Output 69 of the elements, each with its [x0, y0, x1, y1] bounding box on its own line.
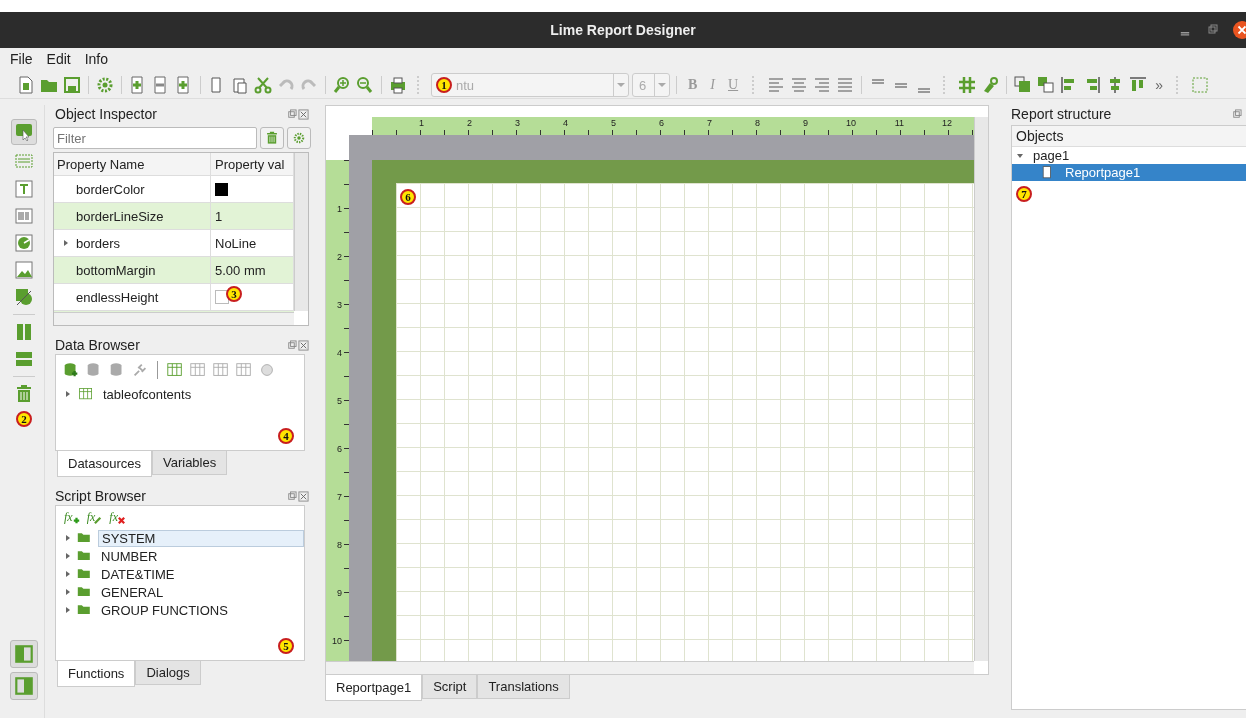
ruler-number: 7	[337, 492, 342, 502]
panel-title: Report structure	[1011, 106, 1112, 122]
tab[interactable]: Dialogs	[135, 661, 201, 685]
tab[interactable]: Variables	[152, 451, 228, 475]
ruler-number: 9	[337, 588, 342, 598]
panel-title: Data Browser	[55, 337, 140, 353]
filter-field[interactable]: Filter	[53, 127, 257, 149]
ruler-number: 3	[337, 300, 342, 310]
ruler-number: 6	[659, 118, 664, 128]
window-title: Lime Report Designer	[550, 22, 696, 38]
panel-title: Object Inspector	[55, 106, 157, 122]
tab[interactable]: Script	[422, 675, 478, 699]
callout-number: 1	[436, 77, 452, 93]
property-name: endlessHeight	[76, 289, 159, 305]
edit-function-button[interactable]: fx	[86, 510, 100, 525]
callout-number: 3	[226, 286, 242, 302]
tree-item[interactable]: DATE&TIME	[98, 566, 178, 582]
property-value: NoLine	[215, 235, 257, 251]
callout-number: 7	[1016, 186, 1032, 202]
ruler-number: 4	[337, 348, 342, 358]
add-function-button[interactable]: fx	[64, 510, 77, 525]
ruler-number: 8	[337, 540, 342, 550]
tree-item[interactable]: SYSTEM	[98, 529, 304, 547]
ruler-number: 9	[803, 118, 808, 128]
combo-value: 6	[639, 77, 648, 93]
ruler-number: 1	[337, 204, 342, 214]
ruler-number: 2	[337, 252, 342, 262]
callout-number: 2	[16, 411, 32, 427]
tree-item[interactable]: tableofcontents	[100, 386, 195, 402]
tab[interactable]: Functions	[57, 661, 136, 687]
ruler-number: 6	[337, 444, 342, 454]
tree-item[interactable]: page1	[1030, 148, 1073, 163]
callout-number: 5	[278, 638, 294, 654]
combo-value: ntu	[456, 77, 476, 93]
ruler-number: 5	[337, 396, 342, 406]
property-name: borders	[76, 235, 121, 251]
menu-item[interactable]: Info	[82, 51, 111, 67]
ruler-number: 11	[894, 118, 904, 128]
menu-item[interactable]: Edit	[44, 51, 73, 67]
tab[interactable]: Datasources	[57, 451, 152, 477]
menu-item[interactable]: File	[8, 51, 35, 67]
property-value: 1	[215, 208, 223, 224]
ruler-number: 8	[755, 118, 760, 128]
ruler-number: 2	[467, 118, 472, 128]
panel-title: Script Browser	[55, 488, 147, 504]
ruler-number: 4	[563, 118, 568, 128]
property-name: borderLineSize	[76, 208, 164, 224]
ruler-number: 1	[419, 118, 424, 128]
ruler-number: 7	[707, 118, 712, 128]
ruler-number: 12	[942, 118, 952, 128]
tree-item[interactable]: GROUP FUNCTIONS	[98, 602, 231, 618]
ruler-number: 3	[515, 118, 520, 128]
delete-function-button[interactable]: fx	[109, 510, 122, 525]
property-value: 5.00 mm	[215, 262, 266, 278]
callout-number: 6	[400, 189, 416, 205]
property-name: bottomMargin	[76, 262, 156, 278]
overflow-button[interactable]: »	[1151, 77, 1167, 93]
tab[interactable]: Translations	[477, 675, 570, 699]
font-combo[interactable]: 1 ntu	[431, 73, 629, 97]
tree-item[interactable]: NUMBER	[98, 548, 161, 564]
property-name: borderColor	[76, 181, 145, 197]
column-header[interactable]: Property Name	[54, 153, 211, 175]
ruler-number: 10	[846, 118, 856, 128]
callout-number: 4	[278, 428, 294, 444]
tree-item[interactable]: GENERAL	[98, 584, 167, 600]
tab[interactable]: Reportpage1	[325, 675, 423, 701]
ruler-number: 10	[332, 636, 342, 646]
ruler-number: 5	[611, 118, 616, 128]
column-header: Objects	[1012, 126, 1246, 147]
